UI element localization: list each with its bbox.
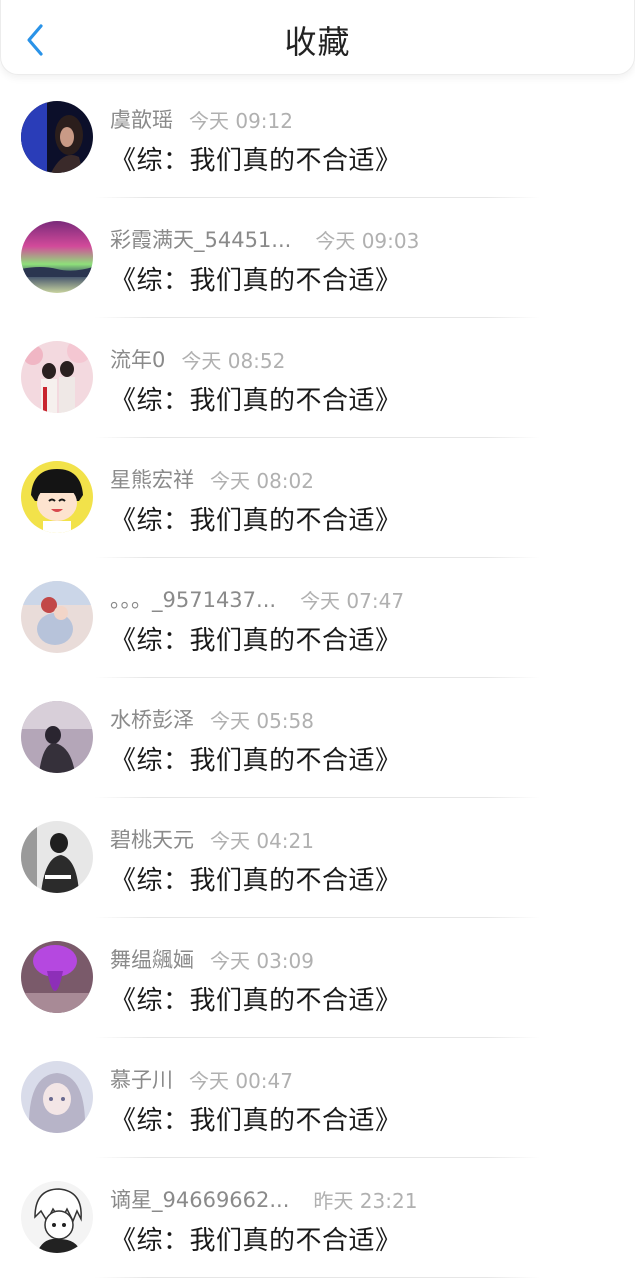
book-title[interactable]: 《综：我们真的不合适》 bbox=[110, 620, 402, 657]
book-title[interactable]: 《综：我们真的不合适》 bbox=[110, 1220, 402, 1257]
username: 谪星_94669662... bbox=[110, 1188, 290, 1212]
username: 虞歆瑶 bbox=[110, 108, 173, 132]
username: 星熊宏祥 bbox=[110, 468, 194, 492]
avatar[interactable] bbox=[21, 341, 93, 413]
book-title[interactable]: 《综：我们真的不合适》 bbox=[110, 1100, 402, 1137]
avatar[interactable] bbox=[21, 221, 93, 293]
favorites-list[interactable]: 虞歆瑶 今天 09:12 《综：我们真的不合适》 彩霞满天_54451... 今… bbox=[0, 78, 635, 1278]
username: 流年0 bbox=[110, 348, 166, 372]
list-item[interactable]: 虞歆瑶 今天 09:12 《综：我们真的不合适》 bbox=[0, 78, 635, 198]
avatar[interactable] bbox=[21, 1061, 93, 1133]
timestamp: 昨天 23:21 bbox=[313, 1188, 418, 1213]
username: 彩霞满天_54451... bbox=[110, 228, 292, 252]
book-title[interactable]: 《综：我们真的不合适》 bbox=[110, 860, 402, 897]
book-title[interactable]: 《综：我们真的不合适》 bbox=[110, 980, 402, 1017]
list-item[interactable]: 谪星_94669662... 昨天 23:21 《综：我们真的不合适》 bbox=[0, 1158, 635, 1278]
list-item[interactable]: 。。。_9571437... 今天 07:47 《综：我们真的不合适》 bbox=[0, 558, 635, 678]
timestamp: 今天 05:58 bbox=[210, 708, 314, 733]
book-title[interactable]: 《综：我们真的不合适》 bbox=[110, 260, 402, 297]
book-title[interactable]: 《综：我们真的不合适》 bbox=[110, 500, 402, 537]
timestamp: 今天 04:21 bbox=[210, 828, 314, 853]
username: 慕子川 bbox=[110, 1068, 173, 1092]
avatar[interactable] bbox=[21, 821, 93, 893]
avatar[interactable] bbox=[21, 581, 93, 653]
list-item[interactable]: 慕子川 今天 00:47 《综：我们真的不合适》 bbox=[0, 1038, 635, 1158]
timestamp: 今天 07:47 bbox=[300, 588, 405, 613]
list-item[interactable]: 彩霞满天_54451... 今天 09:03 《综：我们真的不合适》 bbox=[0, 198, 635, 318]
avatar[interactable] bbox=[21, 101, 93, 173]
avatar[interactable] bbox=[21, 701, 93, 773]
username: 碧桃天元 bbox=[110, 828, 194, 852]
timestamp: 今天 08:02 bbox=[210, 468, 314, 493]
book-title[interactable]: 《综：我们真的不合适》 bbox=[110, 740, 402, 777]
list-item[interactable]: 水桥彭泽 今天 05:58 《综：我们真的不合适》 bbox=[0, 678, 635, 798]
username: 。。。_9571437... bbox=[110, 588, 277, 612]
timestamp: 今天 03:09 bbox=[210, 948, 314, 973]
avatar[interactable] bbox=[21, 941, 93, 1013]
book-title[interactable]: 《综：我们真的不合适》 bbox=[110, 380, 402, 417]
username: 水桥彭泽 bbox=[110, 708, 194, 732]
list-item[interactable]: 碧桃天元 今天 04:21 《综：我们真的不合适》 bbox=[0, 798, 635, 918]
top-bar: 收藏 bbox=[0, 0, 635, 75]
timestamp: 今天 09:12 bbox=[189, 108, 293, 133]
list-item[interactable]: 星熊宏祥 今天 08:02 《综：我们真的不合适》 bbox=[0, 438, 635, 558]
timestamp: 今天 09:03 bbox=[315, 228, 420, 253]
divider bbox=[95, 1277, 540, 1278]
timestamp: 今天 00:47 bbox=[189, 1068, 293, 1093]
avatar[interactable] bbox=[21, 1181, 93, 1253]
page-title: 收藏 bbox=[284, 23, 351, 61]
timestamp: 今天 08:52 bbox=[181, 348, 286, 373]
list-item[interactable]: 舞缊飊婳 今天 03:09 《综：我们真的不合适》 bbox=[0, 918, 635, 1038]
book-title[interactable]: 《综：我们真的不合适》 bbox=[110, 140, 402, 177]
username: 舞缊飊婳 bbox=[110, 948, 194, 972]
list-item[interactable]: 流年0 今天 08:52 《综：我们真的不合适》 bbox=[0, 318, 635, 438]
avatar[interactable] bbox=[21, 461, 93, 533]
